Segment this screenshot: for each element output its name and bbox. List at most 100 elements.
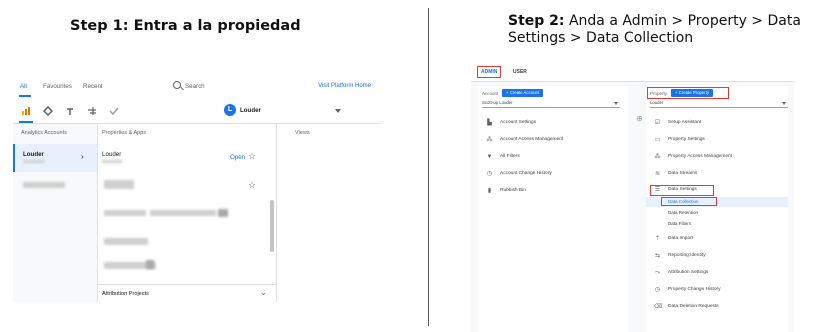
star-icon[interactable]: ☆ — [248, 180, 256, 191]
create-property-button[interactable]: + Create Property — [671, 89, 714, 97]
people-icon: ⁂ — [654, 154, 661, 160]
tab-admin[interactable]: ADMIN — [477, 66, 502, 78]
database-icon: ☰ — [654, 187, 661, 193]
account-select[interactable]: Scott-up Louder — [482, 100, 620, 108]
identity-icon: ⇆ — [654, 253, 661, 259]
redacted-property-id — [102, 160, 122, 163]
views-column: Views — [277, 124, 381, 302]
avatar: L — [224, 104, 236, 116]
vertical-divider — [428, 8, 429, 326]
account-picker-panel: All Favourites Recent Search Visit Platf… — [13, 76, 381, 302]
filter-icon: ▼ — [486, 154, 493, 160]
admin-item-data-streams[interactable]: Data Streams — [668, 171, 697, 176]
bin-icon: ▮ — [487, 188, 492, 194]
account-select-value: Scott-up Louder — [482, 100, 513, 105]
checkbox-icon: ☑ — [654, 120, 661, 126]
step2-title-bold: Step 2: — [508, 13, 565, 29]
chevron-down-icon[interactable]: ⌄ — [260, 288, 267, 297]
admin-top-bar: ADMIN USER — [471, 62, 794, 82]
admin-item-property-change-history[interactable]: Property Change History — [668, 287, 721, 292]
chevron-down-icon — [614, 102, 618, 105]
tag-manager-icon[interactable] — [43, 106, 53, 116]
redacted-property[interactable] — [104, 180, 134, 189]
admin-item-attribution-settings[interactable]: Attribution Settings — [668, 270, 708, 275]
search-icon[interactable] — [173, 81, 181, 89]
attribution-projects-section[interactable]: Attribution Projects ⌄ — [98, 284, 278, 302]
chevron-down-icon[interactable] — [335, 109, 341, 113]
settings-page-icon: ▭ — [654, 137, 661, 143]
property-select-value: Louder — [650, 100, 664, 105]
redacted-property[interactable] — [104, 210, 146, 216]
property-column: Property + Create Property Louder ☑ Setu… — [646, 86, 788, 332]
open-link[interactable]: Open — [230, 154, 245, 161]
admin-item-property-settings[interactable]: Property Settings — [668, 137, 705, 142]
admin-item-data-deletion-requests[interactable]: Data Deletion Requests — [668, 304, 719, 309]
accounts-column: Louder › — [13, 144, 97, 302]
scrollbar[interactable] — [270, 200, 274, 252]
properties-column: Properties & Apps Louder Open ☆ ☆ Attrib… — [97, 124, 278, 302]
property-name: Louder — [102, 151, 122, 158]
admin-item-data-import[interactable]: Data Import — [668, 236, 693, 241]
admin-panel: ADMIN USER Account + Create Account Scot… — [471, 62, 794, 332]
optimize-icon[interactable] — [65, 106, 75, 116]
history-icon: ◷ — [654, 287, 661, 293]
attribution-projects-label: Attribution Projects — [102, 291, 149, 297]
step1-title: Step 1: Entra a la propiedad — [70, 18, 301, 34]
tab-all[interactable]: All — [20, 83, 27, 90]
redacted-property[interactable] — [218, 209, 228, 217]
tab-user[interactable]: USER — [513, 69, 527, 75]
admin-subitem-data-retention[interactable]: Data Retention — [668, 210, 698, 215]
account-name: Louder — [23, 151, 44, 158]
column-header-properties: Properties & Apps — [102, 130, 147, 136]
streams-icon: ≋ — [654, 171, 661, 177]
star-icon[interactable]: ☆ — [248, 151, 256, 162]
admin-item-reporting-identity[interactable]: Reporting Identity — [668, 253, 706, 258]
admin-item-account-settings[interactable]: Account Settings — [500, 120, 536, 125]
deletion-icon: ⌫ — [654, 304, 663, 310]
connector-icon: ⊕ — [636, 114, 643, 123]
account-item-selected[interactable]: Louder › — [13, 144, 97, 172]
analytics-icon[interactable] — [21, 106, 31, 116]
admin-item-account-change-history[interactable]: Account Change History — [500, 171, 552, 176]
history-icon: ◷ — [486, 171, 493, 177]
admin-item-data-settings[interactable]: Data Settings — [668, 187, 697, 192]
property-select[interactable]: Louder — [240, 107, 261, 114]
admin-subitem-data-filters[interactable]: Data Filters — [668, 221, 691, 226]
tab-recent[interactable]: Recent — [83, 83, 103, 90]
people-icon: ⁂ — [486, 137, 493, 143]
admin-item-all-filters[interactable]: All Filters — [500, 154, 520, 159]
data-studio-icon[interactable] — [87, 106, 97, 116]
redacted-property[interactable] — [146, 260, 154, 269]
admin-item-rubbish-bin[interactable]: Rubbish Bin — [500, 188, 526, 193]
surveys-check-icon[interactable] — [109, 106, 119, 116]
tab-underline — [19, 95, 31, 97]
building-icon: ▙ — [487, 120, 492, 126]
account-label: Account — [482, 91, 499, 96]
product-underline — [19, 121, 33, 123]
redacted-account[interactable] — [23, 182, 65, 188]
admin-item-setup-assistant[interactable]: Setup Assistant — [668, 120, 701, 125]
redacted-account-id — [23, 160, 45, 163]
redacted-property[interactable] — [150, 210, 216, 216]
search-input[interactable]: Search — [185, 83, 205, 90]
attribution-icon: ⤳ — [655, 270, 660, 276]
picker-tabs: All Favourites Recent Search Visit Platf… — [13, 76, 381, 98]
visit-platform-home-link[interactable]: Visit Platform Home — [318, 83, 371, 89]
product-icon-row: L Louder — [13, 98, 381, 124]
redacted-property[interactable] — [104, 238, 148, 245]
column-header-accounts: Analytics Accounts — [21, 130, 67, 136]
upload-icon: ⇡ — [654, 236, 661, 242]
property-select[interactable]: Louder — [650, 100, 788, 108]
tab-favourites[interactable]: Favourites — [43, 83, 72, 90]
create-account-button[interactable]: + Create Account — [502, 89, 544, 97]
property-row[interactable]: Louder Open ☆ — [98, 146, 278, 174]
admin-subitem-data-collection[interactable]: Data Collection — [668, 199, 699, 204]
account-column: Account + Create Account Scott-up Louder… — [478, 86, 628, 332]
chevron-down-icon — [782, 102, 786, 105]
step2-title: Step 2: Anda a Admin > Property > Data S… — [508, 13, 808, 47]
admin-item-property-access[interactable]: Property Access Management — [668, 154, 732, 159]
admin-item-account-access[interactable]: Account Access Management — [500, 137, 563, 142]
column-header-views: Views — [295, 130, 310, 136]
property-label: Property — [650, 91, 668, 96]
chevron-right-icon: › — [81, 152, 84, 161]
